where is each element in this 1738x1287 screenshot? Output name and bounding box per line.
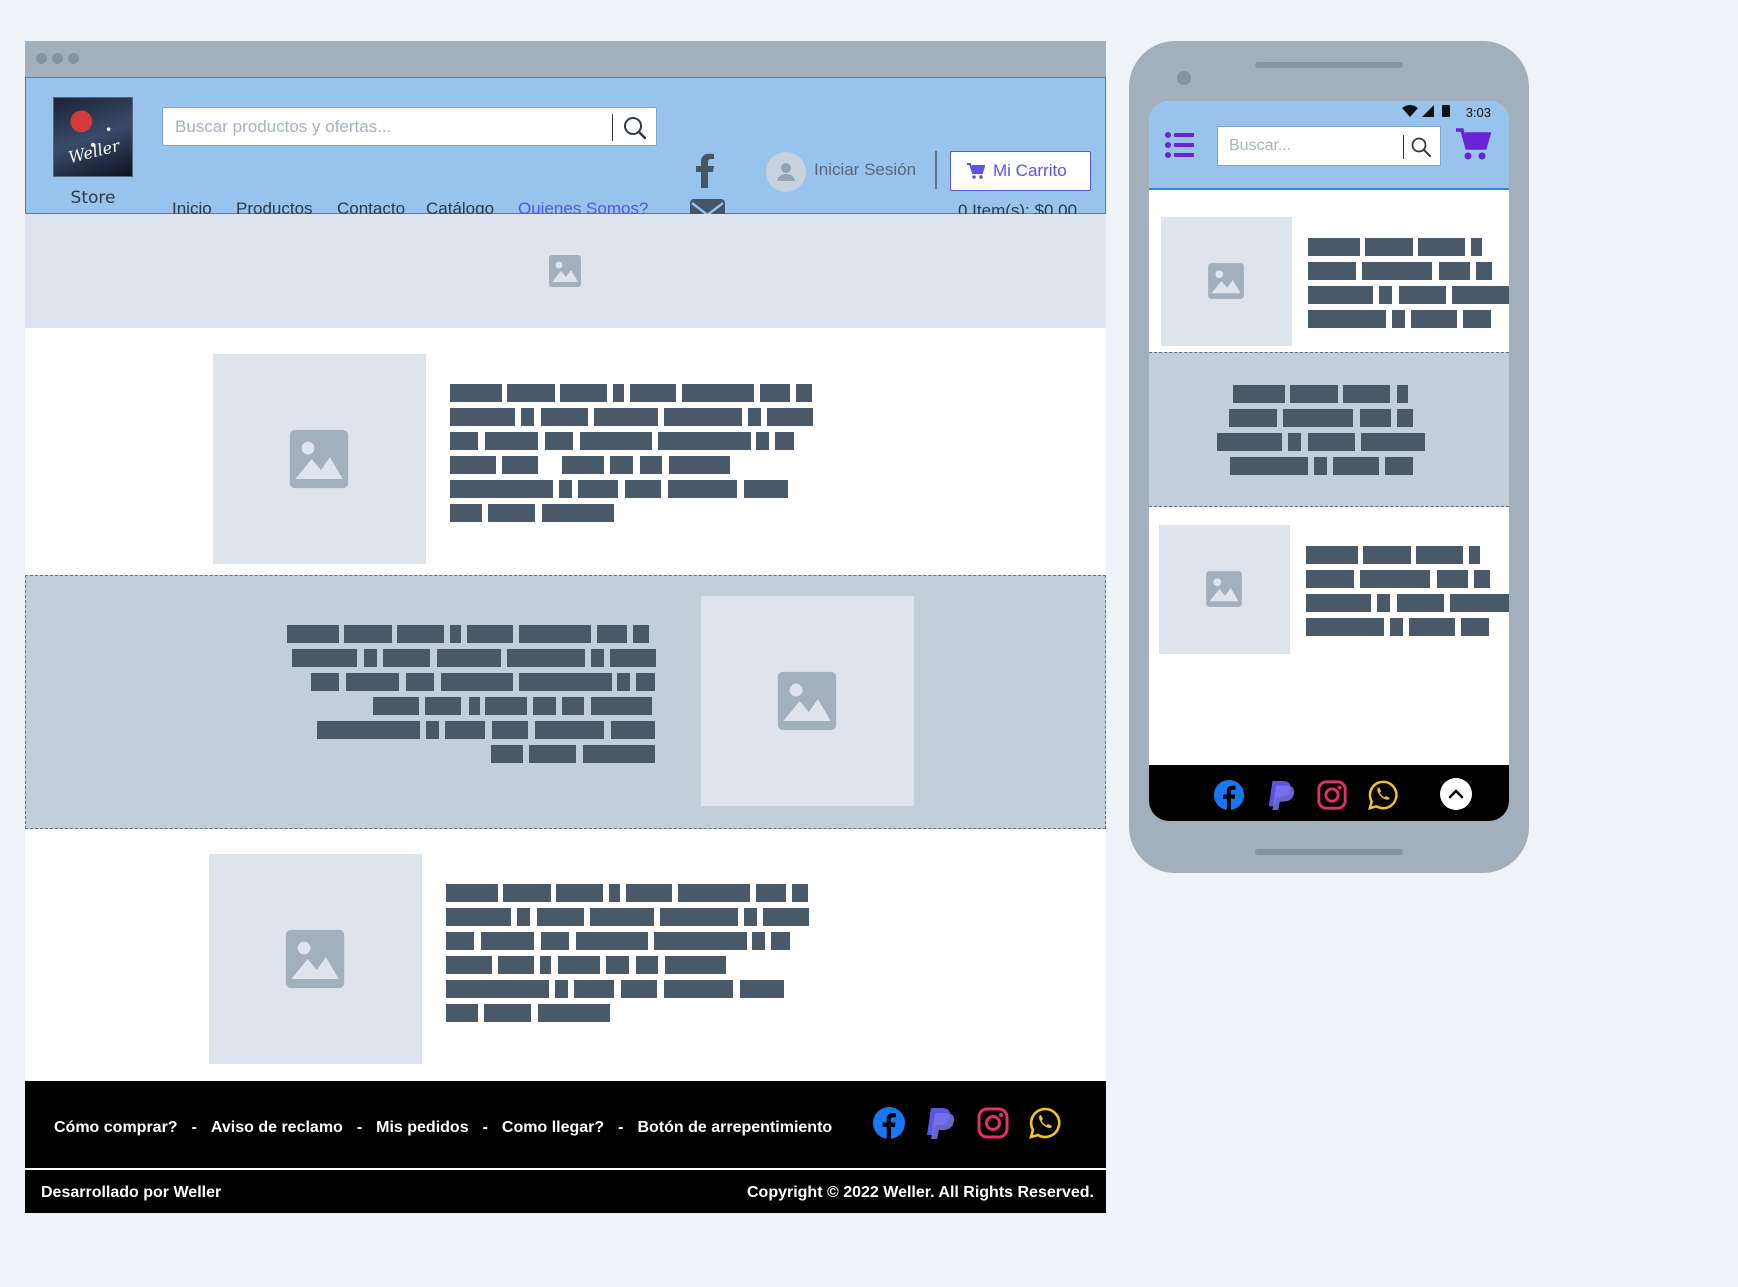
image-placeholder-icon <box>1206 571 1242 607</box>
image-placeholder-icon <box>1208 263 1244 299</box>
phone-camera <box>1177 71 1191 85</box>
window-dot <box>36 53 47 64</box>
instagram-icon[interactable] <box>976 1106 1010 1140</box>
status-icons <box>1402 105 1451 117</box>
status-time: 3:03 <box>1465 105 1491 120</box>
footer-divider <box>25 1168 1106 1170</box>
image-placeholder <box>209 854 422 1064</box>
user-avatar[interactable] <box>766 152 806 192</box>
facebook-icon[interactable] <box>872 1106 906 1140</box>
facebook-icon[interactable] <box>1213 779 1245 811</box>
mobile-screen: 3:03 <box>1149 101 1509 821</box>
content-section-alt <box>25 575 1106 829</box>
search-icon[interactable] <box>617 111 653 144</box>
instagram-icon[interactable] <box>1316 779 1348 811</box>
footer-link-como-comprar[interactable]: Cómo comprar? <box>54 1119 178 1136</box>
footer-separator: - <box>356 1119 363 1136</box>
mobile-content-section <box>1149 190 1509 352</box>
scroll-top-button[interactable] <box>1440 778 1472 810</box>
cart-label: Mi Carrito <box>993 161 1067 180</box>
mobile-search-input[interactable] <box>1218 127 1398 165</box>
menu-icon[interactable] <box>1164 129 1196 161</box>
mobile-search-box <box>1217 126 1441 166</box>
mobile-header: 3:03 <box>1149 101 1509 190</box>
footer-links: Cómo comprar? - Aviso de reclamo - Mis pedid… <box>54 1119 832 1137</box>
facebook-icon[interactable] <box>690 152 722 188</box>
content-section <box>25 328 1106 575</box>
image-placeholder <box>213 354 426 564</box>
header-divider <box>935 151 937 189</box>
site-footer: Cómo comprar? - Aviso de reclamo - Mis pedid… <box>25 1081 1106 1213</box>
store-logo[interactable]: Weller <box>53 97 133 177</box>
site-header: Weller Store Inicio Productos Contacto C… <box>25 77 1106 237</box>
footer-link-aviso-reclamo[interactable]: Aviso de reclamo <box>211 1119 343 1136</box>
footer-separator: - <box>482 1119 488 1136</box>
image-placeholder <box>1161 217 1292 346</box>
search-separator <box>1403 135 1404 159</box>
window-dot <box>52 53 63 64</box>
image-placeholder-icon <box>549 255 581 287</box>
image-placeholder-icon <box>289 429 349 489</box>
text-placeholder <box>1217 385 1425 481</box>
search-icon[interactable] <box>1410 136 1432 158</box>
hero-banner <box>25 214 1106 328</box>
copyright: Copyright © 2022 Weller. All Rights Rese… <box>746 1184 1094 1201</box>
store-label: Store <box>70 188 116 208</box>
search-input[interactable] <box>163 108 603 145</box>
text-placeholder <box>450 384 830 528</box>
whatsapp-icon[interactable] <box>1367 779 1399 811</box>
search-box <box>162 107 657 146</box>
image-placeholder-icon <box>777 671 837 731</box>
paypal-icon[interactable] <box>1265 779 1295 811</box>
user-icon <box>777 163 795 181</box>
paypal-icon[interactable] <box>923 1106 955 1140</box>
image-placeholder <box>1159 525 1290 654</box>
developer-credit: Desarrollado por Weller <box>41 1184 222 1201</box>
footer-link-arrepentimiento[interactable]: Botón de arrepentimiento <box>637 1119 832 1136</box>
mobile-content-section <box>1149 507 1509 765</box>
status-bar: 3:03 <box>1402 105 1491 120</box>
phone-speaker <box>1255 62 1403 68</box>
mobile-footer <box>1149 765 1509 821</box>
footer-link-como-llegar[interactable]: Como llegar? <box>502 1119 604 1136</box>
logo-signature: Weller <box>66 135 122 168</box>
footer-separator: - <box>618 1119 624 1136</box>
cart-button[interactable]: Mi Carrito <box>950 151 1091 191</box>
content-section <box>25 829 1106 1081</box>
browser-titlebar <box>25 41 1106 77</box>
phone-home-bar <box>1255 849 1403 855</box>
footer-separator: - <box>191 1119 197 1136</box>
text-placeholder <box>1306 546 1509 642</box>
text-placeholder <box>1308 238 1509 334</box>
desktop-mockup: Weller Store Inicio Productos Contacto C… <box>25 41 1106 1213</box>
mobile-mockup: 3:03 <box>1129 41 1529 873</box>
image-placeholder-icon <box>285 929 345 989</box>
cart-icon[interactable] <box>1455 127 1491 163</box>
image-placeholder <box>701 596 914 806</box>
mobile-content-section-alt <box>1149 352 1509 507</box>
cart-icon <box>967 163 985 179</box>
login-link[interactable]: Iniciar Sesión <box>814 160 916 180</box>
search-separator <box>612 114 613 141</box>
whatsapp-icon[interactable] <box>1028 1106 1062 1140</box>
window-dot <box>68 53 79 64</box>
chevron-up-icon <box>1448 789 1464 799</box>
text-placeholder <box>287 625 662 769</box>
footer-link-mis-pedidos[interactable]: Mis pedidos <box>376 1119 468 1136</box>
text-placeholder <box>446 884 826 1028</box>
